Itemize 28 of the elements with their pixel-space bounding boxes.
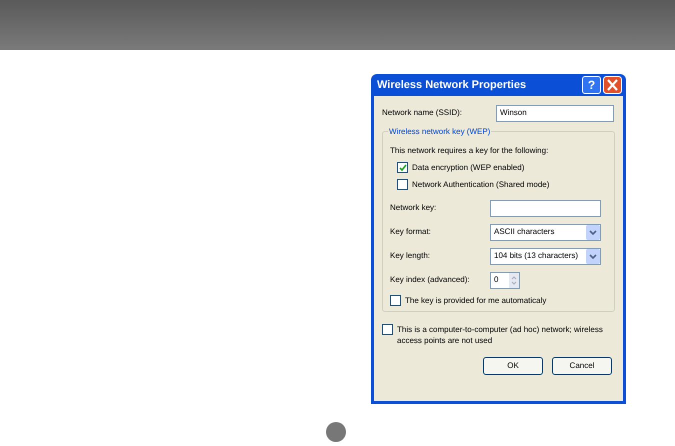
checkbox[interactable] xyxy=(397,162,408,173)
checkbox-label: Network Authentication (Shared mode) xyxy=(412,179,550,190)
checkbox[interactable] xyxy=(382,324,393,335)
spin-arrows-icon xyxy=(509,272,519,288)
checkbox-label: Data encryption (WEP enabled) xyxy=(412,162,524,173)
intro-text: This network requires a key for the following: xyxy=(390,145,550,157)
network-key-field[interactable] xyxy=(490,200,601,216)
window-title: Wireless Network Properties xyxy=(377,78,528,93)
field-label: Key format: xyxy=(390,226,432,238)
field-label: Key index (advanced): xyxy=(390,274,471,286)
checkbox[interactable] xyxy=(397,179,408,190)
dialog-button[interactable]: Cancel xyxy=(552,357,612,375)
group-title: Wireless network key (WEP) xyxy=(388,126,492,138)
field-label: Network name (SSID): xyxy=(382,107,464,119)
field-label: Network key: xyxy=(390,202,438,214)
chevron-down-icon xyxy=(586,224,600,240)
dropdown[interactable]: 104 bits (13 characters) xyxy=(490,248,601,264)
dropdown[interactable]: ASCII characters xyxy=(490,224,601,240)
checkbox[interactable] xyxy=(390,295,401,306)
checkbox-label: The key is provided for me automaticaly xyxy=(405,295,546,306)
checkbox-label: This is a computer-to-computer (ad hoc) network; wireless access points are not used xyxy=(397,324,604,346)
ssid-field[interactable]: Winson xyxy=(496,104,614,122)
field-label: Key length: xyxy=(390,250,432,262)
close-icon[interactable] xyxy=(603,76,622,94)
chevron-down-icon xyxy=(586,248,600,264)
spin-field[interactable]: 0 xyxy=(490,272,520,288)
help-button[interactable]: ? xyxy=(582,76,601,94)
dialog-button[interactable]: OK xyxy=(483,357,543,375)
